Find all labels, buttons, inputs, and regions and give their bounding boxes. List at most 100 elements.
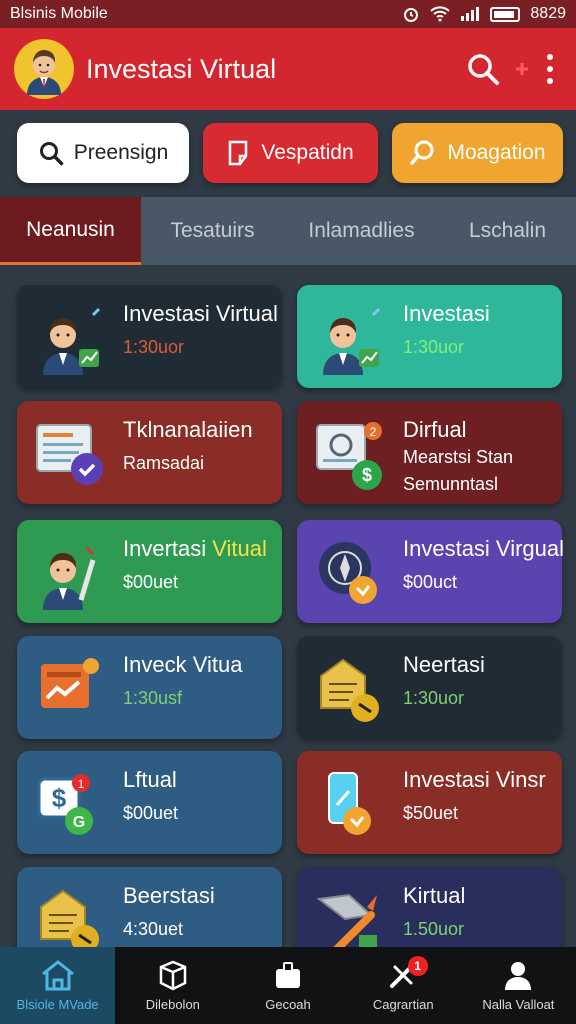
card-title: Investasi Vinsr: [403, 767, 546, 792]
card-subtitle: $00uet: [123, 803, 179, 823]
wallet-icon: [276, 962, 300, 988]
home-icon: [41, 960, 74, 991]
card-text: Investasi 1:30uor: [403, 299, 490, 358]
svg-text:$: $: [52, 783, 67, 813]
clock: 8829: [530, 5, 566, 22]
investment-card[interactable]: Investasi Vinsr $50uet: [297, 751, 562, 854]
phone-icon: [311, 765, 393, 841]
button-label: Moagation: [447, 141, 546, 164]
nav-cagrartian[interactable]: 1 Cagrartian: [346, 947, 461, 1024]
box-icon: [159, 960, 187, 991]
card-text: Beerstasi 4:30uet: [123, 881, 215, 940]
card-subtitle: $00uct: [403, 572, 458, 592]
report-dollar-icon: $2: [311, 415, 393, 491]
card-text: Dirfual Mearstsi Stan Semunntasl: [403, 415, 513, 495]
svg-text:$: $: [362, 465, 372, 485]
button-label: Vespatidn: [261, 141, 354, 164]
status-bar: Blsinis Mobile 8829: [0, 0, 576, 28]
investment-card[interactable]: Tklnanalaiien Ramsadai: [17, 401, 282, 504]
tab-lschalin[interactable]: Lschalin: [439, 197, 576, 265]
card-text: Investasi Virtual 1:30uor: [123, 299, 278, 358]
card-subtitle: 1:30uor: [403, 688, 465, 708]
svg-text:1: 1: [78, 777, 85, 791]
trend-chart-icon: [31, 650, 113, 726]
card-title: Investasi: [403, 301, 490, 326]
card-title: Kirtual: [403, 883, 466, 908]
moagation-button[interactable]: Moagation: [392, 123, 563, 183]
investment-card[interactable]: Neertasi 1:30uor: [297, 636, 562, 739]
card-title: Invertasi Vitual: [123, 536, 267, 561]
preensign-button[interactable]: Preensign: [17, 123, 189, 183]
rocket-icon: [311, 881, 393, 947]
businessman-pen-icon: [31, 534, 113, 610]
card-title: Tklnanalaiien: [123, 417, 253, 442]
alarm-icon: [404, 8, 419, 22]
nav-label: Nalla Valloat: [482, 997, 555, 1012]
tab-neanusin[interactable]: Neanusin: [0, 197, 141, 265]
businessman-avatar-icon: [27, 50, 61, 95]
investment-card[interactable]: Investasi 1:30uor: [297, 285, 562, 388]
card-text: Investasi Vinsr $50uet: [403, 765, 546, 824]
nav-label: Blsiole MVade: [16, 997, 99, 1012]
investment-card[interactable]: Kirtual 1.50uor: [297, 867, 562, 947]
investment-card[interactable]: $2 Dirfual Mearstsi Stan Semunntasl: [297, 401, 562, 504]
card-title: Investasi Virgual: [403, 536, 565, 561]
card-subtitle: 1:30uor: [123, 337, 185, 357]
nav-dilebolon[interactable]: Dilebolon: [115, 947, 230, 1024]
card-text: Tklnanalaiien Ramsadai: [123, 415, 253, 474]
card-subtitle: Ramsadai: [123, 453, 205, 473]
box-tag-icon: [31, 881, 113, 947]
card-subtitle: $00uet: [123, 572, 179, 592]
action-row: Preensign Vespatidn Moagation: [0, 110, 576, 196]
app-bar: Investasi Virtual: [0, 28, 576, 110]
signal-icon: [461, 7, 480, 21]
investment-card[interactable]: Inveck Vitua 1:30usf: [17, 636, 282, 739]
investment-card[interactable]: Invertasi Vitual $00uet: [17, 520, 282, 623]
user-icon: [505, 962, 532, 990]
card-title: Lftual: [123, 767, 177, 792]
nav-gecoah[interactable]: Gecoah: [230, 947, 345, 1024]
notification-badge: 1: [407, 956, 428, 976]
investment-card[interactable]: Beerstasi 4:30uet: [17, 867, 282, 947]
bottom-nav: Blsiole MVade Dilebolon Gecoah 1 Cagrart…: [0, 947, 576, 1024]
card-text: Lftual $00uet: [123, 765, 178, 824]
card-subtitle-secondary: Semunntasl: [403, 474, 499, 494]
card-text: Investasi Virgual $00uct: [403, 534, 564, 593]
search-icon[interactable]: [466, 52, 500, 86]
card-text: Neertasi 1:30uor: [403, 650, 485, 709]
nav-label: Cagrartian: [372, 997, 434, 1012]
nav-label: Dilebolon: [145, 997, 200, 1012]
investment-card[interactable]: $1 G Lftual $00uet: [17, 751, 282, 854]
tab-bar: Neanusin Tesatuirs Inlamadlies Lschalin: [0, 197, 576, 265]
battery-icon: [490, 6, 521, 22]
card-title: Beerstasi: [123, 883, 215, 908]
search-icon: [39, 142, 63, 166]
tab-tesatuirs[interactable]: Tesatuirs: [141, 197, 284, 265]
businessman-chart-icon: [311, 299, 393, 375]
card-subtitle: $50uet: [403, 803, 459, 823]
box-tag-icon: [311, 650, 393, 726]
investment-card[interactable]: Investasi Virgual $00uct: [297, 520, 564, 623]
app-title: Investasi Virtual: [86, 53, 277, 84]
card-title: Inveck Vitua: [123, 652, 243, 677]
document-icon: [229, 140, 248, 166]
businessman-chart-icon: [31, 299, 113, 375]
nav-home[interactable]: Blsiole MVade: [0, 947, 116, 1024]
avatar[interactable]: [14, 39, 74, 99]
button-label: Preensign: [73, 141, 169, 164]
investment-card[interactable]: Investasi Virtual 1:30uor: [17, 285, 282, 388]
compass-icon: [311, 534, 393, 610]
card-grid: Investasi Virtual 1:30uor Investasi 1:30uor…: [0, 265, 576, 947]
card-title: Investasi Virtual: [123, 301, 278, 326]
plus-icon[interactable]: [514, 61, 530, 77]
nav-label: Gecoah: [265, 997, 311, 1012]
card-title: Dirfual: [403, 417, 467, 442]
wifi-icon: [430, 6, 451, 22]
vespatidn-button[interactable]: Vespatidn: [203, 123, 378, 183]
more-vert-icon[interactable]: [544, 52, 556, 86]
nav-profile[interactable]: Nalla Valloat: [461, 947, 576, 1024]
card-subtitle: Mearstsi Stan: [403, 447, 514, 467]
card-subtitle: 1.50uor: [403, 919, 465, 939]
title-accent: Vitual: [212, 536, 267, 561]
tab-inlamadlies[interactable]: Inlamadlies: [284, 197, 439, 265]
